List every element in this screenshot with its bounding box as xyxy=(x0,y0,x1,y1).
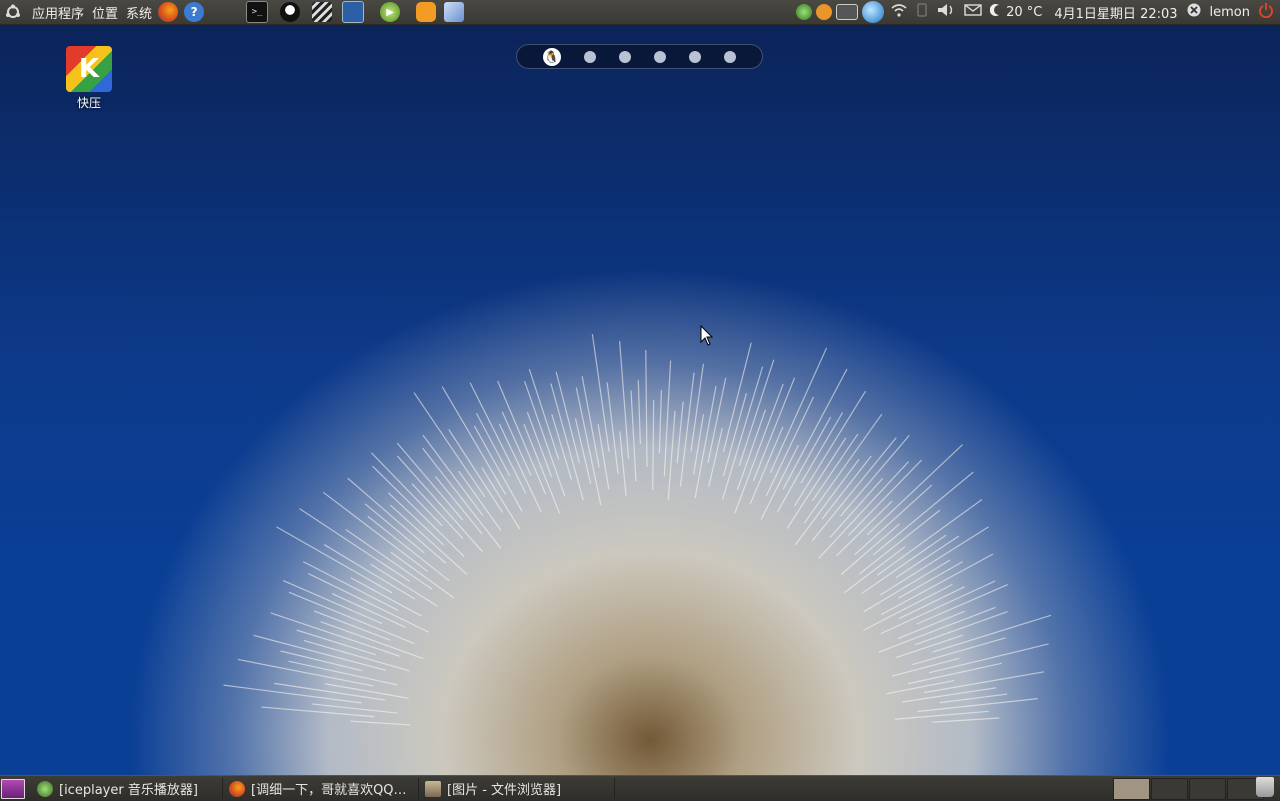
wifi-icon[interactable] xyxy=(890,2,908,22)
task-label: [调细一下，哥就喜欢QQ… xyxy=(251,783,407,798)
workspace-switcher: 🐧 xyxy=(516,44,763,69)
iceplayer-icon xyxy=(37,780,53,797)
task-label: [iceplayer 音乐播放器] xyxy=(59,783,198,798)
dandelion-wallpaper xyxy=(223,333,1052,726)
tray-qq-icon[interactable] xyxy=(816,4,833,20)
menu-applications[interactable]: 应用程序 xyxy=(32,3,84,22)
volume-icon[interactable] xyxy=(936,2,956,22)
kuaiya-archive-icon: K xyxy=(66,46,112,92)
firefox-icon xyxy=(229,780,245,797)
workspace-1-penguin-icon[interactable]: 🐧 xyxy=(542,47,561,66)
pager-workspace-3[interactable] xyxy=(1189,778,1226,800)
power-icon[interactable] xyxy=(1258,2,1274,22)
cube-package-icon[interactable] xyxy=(444,2,465,22)
qq-penguin-icon[interactable] xyxy=(280,2,301,22)
desktop-icon-kuaiya[interactable]: K 快压 xyxy=(56,46,122,111)
taskbar-item-iceplayer[interactable]: [iceplayer 音乐播放器] xyxy=(31,778,223,799)
trash-icon[interactable] xyxy=(1256,777,1274,797)
media-play-icon[interactable]: ▶ xyxy=(380,2,401,22)
workspace-4[interactable] xyxy=(654,50,667,63)
system-monitor-icon[interactable] xyxy=(342,1,365,23)
terminal-icon[interactable]: >_ xyxy=(246,1,269,23)
firefox-icon[interactable] xyxy=(158,2,179,22)
pager-workspace-1[interactable] xyxy=(1113,778,1150,800)
taskbar-item-file-browser[interactable]: [图片 - 文件浏览器] xyxy=(419,778,615,799)
network-globe-icon[interactable] xyxy=(862,1,885,23)
chat-face-icon[interactable] xyxy=(416,2,437,22)
workspace-3[interactable] xyxy=(618,50,631,63)
file-browser-icon xyxy=(425,780,441,797)
desktop-wallpaper xyxy=(0,0,1280,800)
keyboard-icon[interactable] xyxy=(836,4,859,20)
user-status-icon xyxy=(1186,2,1202,22)
menu-system[interactable]: 系统 xyxy=(126,3,152,22)
weather-temp[interactable]: 20 °C xyxy=(1006,5,1042,20)
workspace-6[interactable] xyxy=(724,50,737,63)
clock[interactable]: 4月1日星期日 22:03 xyxy=(1054,3,1177,22)
battery-icon[interactable] xyxy=(916,2,928,22)
username[interactable]: lemon xyxy=(1210,5,1250,20)
workspace-pager xyxy=(1113,778,1265,800)
mail-icon[interactable] xyxy=(964,3,982,21)
ubuntu-logo-icon[interactable] xyxy=(4,2,22,22)
desktop-icon-label: 快压 xyxy=(76,96,101,110)
menu-places[interactable]: 位置 xyxy=(92,3,118,22)
taskbar-item-firefox[interactable]: [调细一下，哥就喜欢QQ… xyxy=(223,778,419,799)
system-tray: 20 °C 4月1日星期日 22:03 lemon xyxy=(794,0,1280,24)
help-icon[interactable]: ? xyxy=(184,2,205,22)
pager-workspace-2[interactable] xyxy=(1151,778,1188,800)
workspace-2[interactable] xyxy=(583,50,596,63)
tray-player-icon[interactable] xyxy=(796,4,813,20)
task-label: [图片 - 文件浏览器] xyxy=(447,783,562,798)
video-clapper-icon[interactable] xyxy=(312,2,333,22)
mouse-pointer-icon xyxy=(700,324,714,351)
show-desktop-icon[interactable] xyxy=(1,778,25,799)
workspace-5[interactable] xyxy=(689,50,702,63)
top-panel: 应用程序 位置 系统 ? >_ ▶ 20 °C 4月1日星期日 22:03 le… xyxy=(0,0,1280,25)
bottom-panel: [iceplayer 音乐播放器] [调细一下，哥就喜欢QQ… [图片 - 文件… xyxy=(0,775,1280,801)
moon-weather-icon xyxy=(989,3,1002,21)
